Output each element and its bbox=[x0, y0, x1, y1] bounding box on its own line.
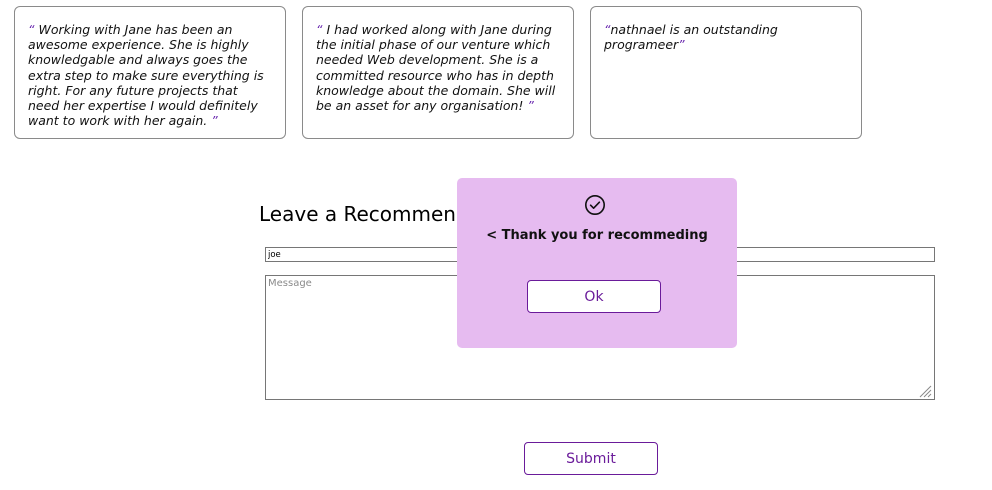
testimonial-text: I had worked along with Jane during the … bbox=[316, 22, 556, 114]
testimonial-card: “nathnael is an outstanding programeer” bbox=[590, 6, 862, 139]
ok-button[interactable]: Ok bbox=[527, 280, 661, 313]
close-quote: ” bbox=[211, 113, 218, 129]
success-dialog: < Thank you for recommeding Ok bbox=[457, 178, 737, 348]
close-quote: ” bbox=[527, 98, 534, 114]
dialog-message: < Thank you for recommeding bbox=[486, 228, 708, 243]
testimonial-text: Working with Jane has been an awesome ex… bbox=[28, 22, 264, 129]
page: “ Working with Jane has been an awesome … bbox=[0, 0, 992, 490]
submit-button[interactable]: Submit bbox=[524, 442, 658, 475]
testimonial-card: “ I had worked along with Jane during th… bbox=[302, 6, 574, 139]
testimonial-text: nathnael is an outstanding programeer bbox=[604, 22, 778, 53]
testimonial-card: “ Working with Jane has been an awesome … bbox=[14, 6, 286, 139]
resize-grip-icon[interactable] bbox=[918, 384, 932, 398]
close-quote: ” bbox=[678, 37, 685, 53]
check-circle-icon bbox=[585, 195, 605, 215]
